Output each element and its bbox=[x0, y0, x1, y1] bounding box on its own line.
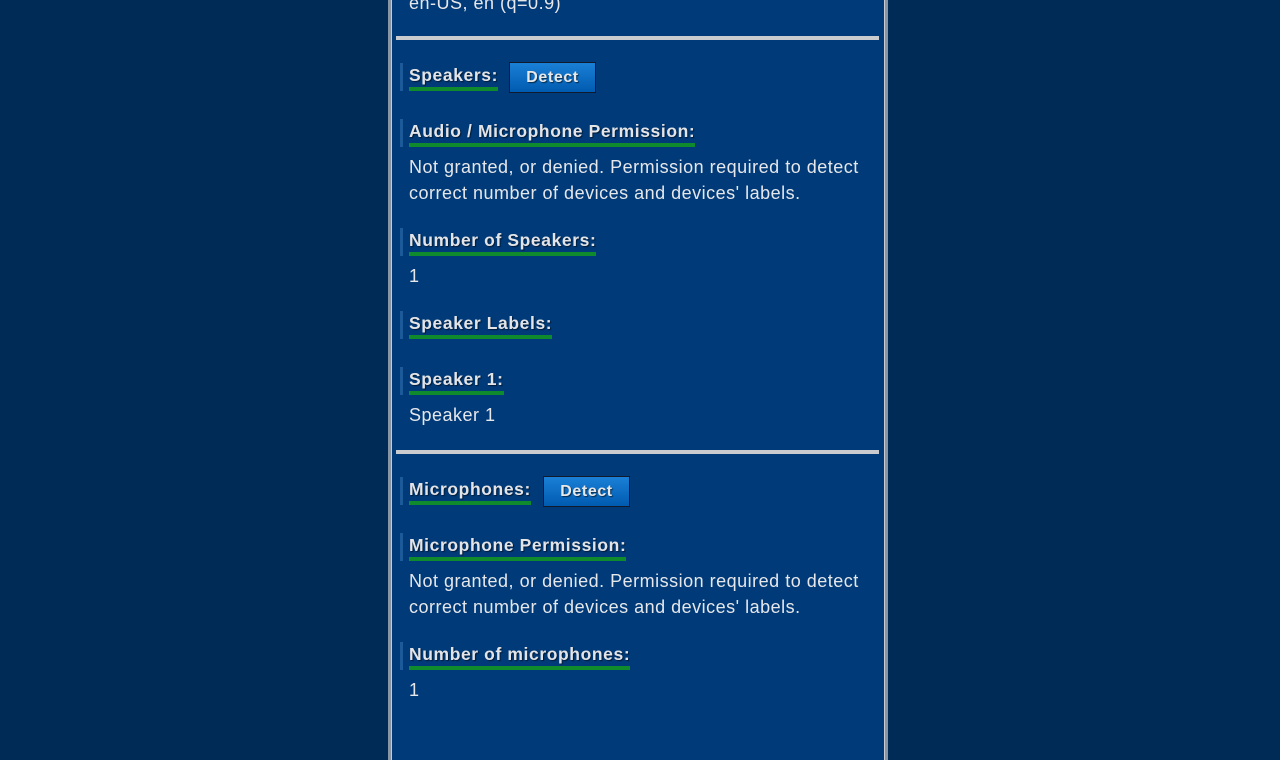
audio-permission-label-text: Audio / Microphone Permission: bbox=[409, 119, 696, 147]
speakers-heading: Speakers: bbox=[400, 63, 499, 91]
speaker-labels-heading-text: Speaker Labels: bbox=[409, 311, 553, 339]
speaker-labels-heading: Speaker Labels: bbox=[400, 311, 553, 339]
microphones-heading-label: Microphones: bbox=[409, 477, 531, 505]
microphone-permission-label-text: Microphone Permission: bbox=[409, 533, 627, 561]
microphones-detect-button[interactable]: Detect bbox=[543, 476, 630, 507]
speaker-item-value: Speaker 1 bbox=[409, 405, 496, 425]
microphones-heading: Microphones: bbox=[400, 477, 531, 505]
audio-permission-label: Audio / Microphone Permission: bbox=[400, 119, 696, 147]
speakers-heading-label: Speakers: bbox=[409, 63, 499, 91]
microphone-permission-label: Microphone Permission: bbox=[400, 533, 627, 561]
section-divider-1 bbox=[396, 36, 879, 40]
speaker-item-label-text: Speaker 1: bbox=[409, 367, 504, 395]
microphone-count-value: 1 bbox=[409, 680, 420, 700]
speaker-count-value: 1 bbox=[409, 266, 420, 286]
speaker-item-label: Speaker 1: bbox=[400, 367, 504, 395]
section-divider-2 bbox=[396, 450, 879, 454]
speaker-count-label-text: Number of Speakers: bbox=[409, 228, 597, 256]
languages-value: en-US, en (q=0.9) bbox=[409, 0, 562, 13]
audio-permission-value-line2: correct number of devices and devices' l… bbox=[409, 183, 801, 203]
audio-permission-value-line1: Not granted, or denied. Permission requi… bbox=[409, 157, 859, 177]
microphone-permission-value-line2: correct number of devices and devices' l… bbox=[409, 597, 801, 617]
speaker-count-label: Number of Speakers: bbox=[400, 228, 597, 256]
microphone-count-label-text: Number of microphones: bbox=[409, 642, 631, 670]
microphone-permission-value-line1: Not granted, or denied. Permission requi… bbox=[409, 571, 859, 591]
speakers-detect-button[interactable]: Detect bbox=[509, 62, 596, 93]
microphone-count-label: Number of microphones: bbox=[400, 642, 631, 670]
